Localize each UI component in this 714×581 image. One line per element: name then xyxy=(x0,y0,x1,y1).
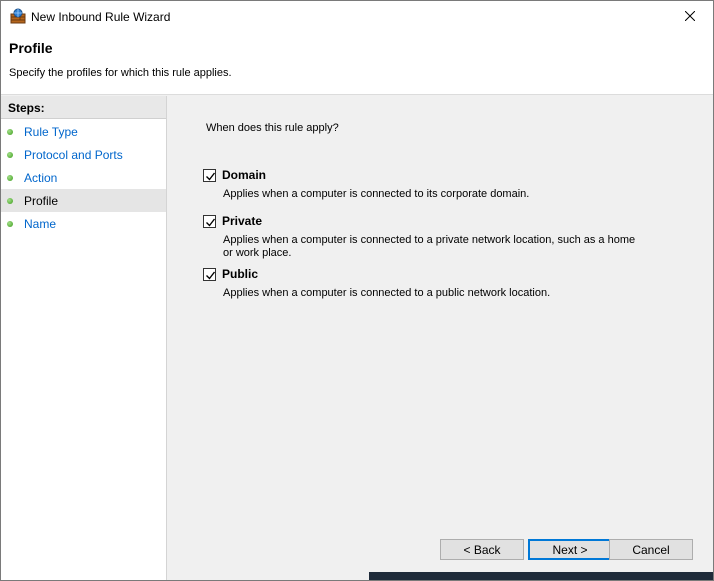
step-rule-type[interactable]: Rule Type xyxy=(1,120,166,143)
step-name[interactable]: Name xyxy=(1,212,166,235)
back-button[interactable]: < Back xyxy=(440,539,524,560)
title-bar: New Inbound Rule Wizard xyxy=(1,1,713,32)
domain-checkbox[interactable] xyxy=(203,169,216,182)
main-content: When does this rule apply? Domain Applie… xyxy=(168,96,713,580)
taskbar-edge xyxy=(369,572,713,580)
steps-heading: Steps: xyxy=(1,96,166,119)
steps-panel: Steps: Rule Type Protocol and Ports Acti… xyxy=(1,96,167,580)
domain-label[interactable]: Domain xyxy=(222,168,266,182)
close-icon xyxy=(684,10,696,24)
public-checkbox[interactable] xyxy=(203,268,216,281)
step-label: Rule Type xyxy=(24,124,78,139)
next-button[interactable]: Next > xyxy=(528,539,612,560)
step-label: Action xyxy=(24,170,58,185)
step-current-icon xyxy=(7,197,13,204)
step-label: Protocol and Ports xyxy=(24,147,123,162)
checkmark-icon xyxy=(206,172,216,181)
domain-description: Applies when a computer is connected to … xyxy=(223,188,530,200)
step-action[interactable]: Action xyxy=(1,166,166,189)
step-protocol-and-ports[interactable]: Protocol and Ports xyxy=(1,143,166,166)
close-button[interactable] xyxy=(667,1,713,32)
wizard-window: New Inbound Rule Wizard Profile Specify … xyxy=(0,0,714,581)
private-description: Applies when a computer is connected to … xyxy=(223,234,636,259)
step-complete-icon xyxy=(7,151,13,158)
private-label[interactable]: Private xyxy=(222,214,262,228)
page-title: Profile xyxy=(9,40,53,56)
public-label[interactable]: Public xyxy=(222,267,258,281)
step-complete-icon xyxy=(7,174,13,181)
page-description: Specify the profiles for which this rule… xyxy=(9,67,232,79)
cancel-button[interactable]: Cancel xyxy=(609,539,693,560)
step-label: Name xyxy=(24,216,57,231)
firewall-icon xyxy=(10,8,26,24)
question-label: When does this rule apply? xyxy=(206,122,339,134)
checkmark-icon xyxy=(206,271,216,280)
public-description: Applies when a computer is connected to … xyxy=(223,287,551,299)
step-label: Profile xyxy=(24,193,59,208)
wizard-header: Profile Specify the profiles for which t… xyxy=(1,32,713,95)
checkmark-icon xyxy=(206,218,216,227)
step-pending-icon xyxy=(7,220,13,227)
private-checkbox[interactable] xyxy=(203,215,216,228)
window-title: New Inbound Rule Wizard xyxy=(31,10,171,24)
step-profile: Profile xyxy=(1,189,166,212)
step-complete-icon xyxy=(7,128,13,135)
